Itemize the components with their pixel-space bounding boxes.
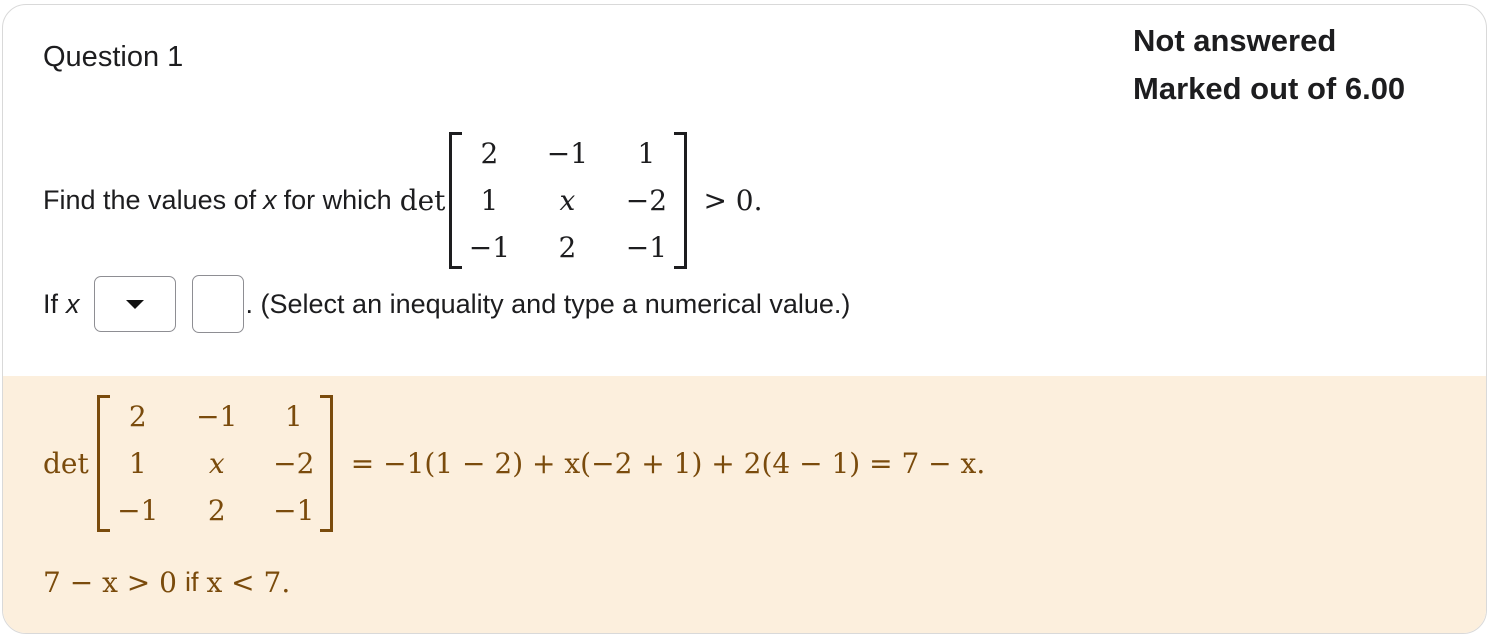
question-info: Not answered Marked out of 6.00 bbox=[1133, 17, 1405, 113]
prompt-matrix: 2 −1 1 1 x −2 −1 2 −1 bbox=[449, 130, 688, 271]
question-prompt: Find the values of x for which det 2 −1 … bbox=[43, 131, 763, 269]
matrix-cell: x bbox=[559, 183, 576, 217]
prompt-for-which: for which bbox=[283, 184, 392, 215]
feedback-matrix: 2 −1 1 1 x −2 −1 2 −1 bbox=[96, 393, 333, 534]
matrix-cell: −1 bbox=[546, 136, 589, 170]
answer-row: If x . (Select an inequality and type a … bbox=[43, 273, 850, 335]
dropdown-caret-icon bbox=[125, 299, 144, 309]
conclusion-if: if bbox=[184, 566, 199, 597]
answer-if-label: If bbox=[43, 288, 59, 319]
det-operator: det bbox=[399, 183, 446, 217]
matrix-cell: x bbox=[208, 446, 225, 480]
matrix-left-bracket bbox=[449, 131, 463, 269]
prompt-condition: > 0. bbox=[703, 183, 763, 217]
matrix-right-bracket bbox=[319, 394, 333, 532]
question-title: Question 1 bbox=[43, 41, 184, 73]
feedback-det-operator: det bbox=[43, 446, 89, 480]
matrix-cell: 2 bbox=[480, 136, 499, 170]
feedback-expansion: det 2 −1 1 1 x −2 −1 2 −1 = −1(1 − 2) + … bbox=[43, 394, 986, 532]
determinant-expansion: = −1(1 − 2) + x(−2 + 1) + 2(4 − 1) = 7 −… bbox=[350, 446, 986, 480]
prompt-lead-text: Find the values of bbox=[43, 184, 257, 215]
feedback-panel: det 2 −1 1 1 x −2 −1 2 −1 = −1(1 − 2) + … bbox=[3, 376, 1486, 633]
matrix-left-bracket bbox=[96, 394, 110, 532]
numeric-value-input[interactable] bbox=[191, 275, 244, 333]
matrix-cell: −1 bbox=[117, 493, 159, 527]
matrix-cell: 2 bbox=[207, 493, 226, 527]
question-card: Question 1 Not answered Marked out of 6.… bbox=[2, 4, 1487, 634]
matrix-cell: 2 bbox=[128, 399, 147, 433]
matrix-cell: 1 bbox=[128, 446, 147, 480]
answer-variable: x bbox=[66, 288, 80, 319]
matrix-cell: −1 bbox=[196, 399, 238, 433]
prompt-variable: x bbox=[263, 184, 277, 215]
matrix-cell: 1 bbox=[480, 183, 499, 217]
feedback-conclusion: 7 − x > 0 if x < 7. bbox=[43, 560, 290, 604]
answer-instruction: . (Select an inequality and type a numer… bbox=[245, 288, 851, 319]
matrix-cell: −1 bbox=[468, 230, 511, 264]
matrix-right-bracket bbox=[674, 131, 688, 269]
conclusion-lhs: 7 − x > 0 bbox=[43, 565, 177, 599]
matrix-cell: 2 bbox=[558, 230, 577, 264]
inequality-select[interactable] bbox=[93, 276, 176, 332]
answer-status: Not answered bbox=[1133, 23, 1337, 58]
marks-label: Marked out of 6.00 bbox=[1133, 71, 1406, 106]
conclusion-rhs: x < 7. bbox=[206, 565, 291, 599]
